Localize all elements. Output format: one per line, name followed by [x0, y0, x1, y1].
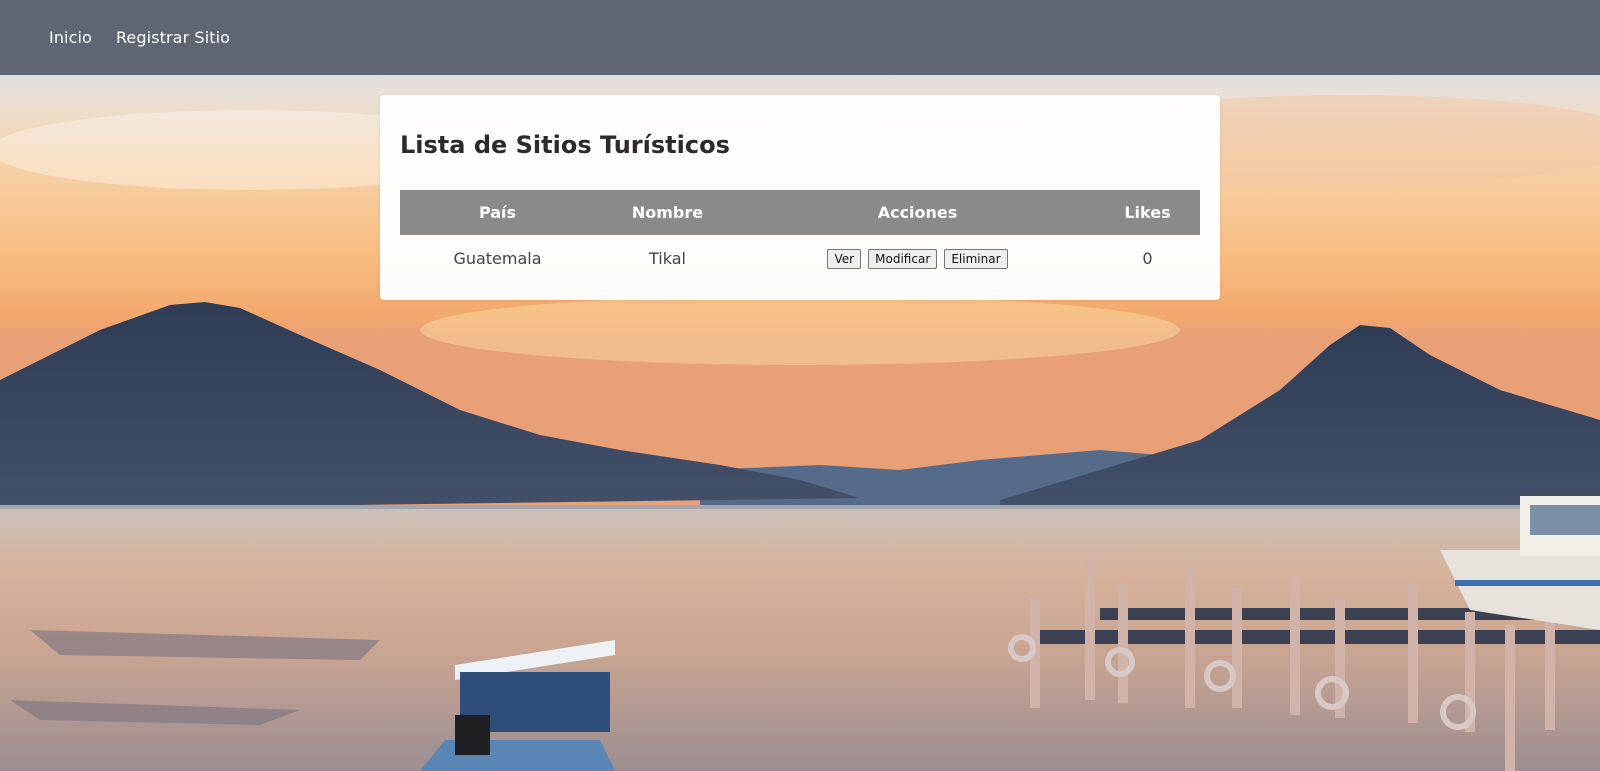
- ver-button[interactable]: Ver: [827, 248, 862, 269]
- cell-likes: 0: [1142, 248, 1153, 268]
- eliminar-button[interactable]: Eliminar: [944, 248, 1008, 269]
- modificar-button[interactable]: Modificar: [868, 248, 938, 269]
- sites-table: País Nombre Acciones Likes Guatemala Tik…: [400, 190, 1200, 281]
- nav-link-registrar-sitio[interactable]: Registrar Sitio: [116, 28, 230, 47]
- cell-nombre: Tikal: [649, 248, 686, 268]
- top-navbar: Inicio Registrar Sitio: [0, 0, 1600, 75]
- column-header-likes: Likes: [1095, 190, 1200, 235]
- page-title: Lista de Sitios Turísticos: [400, 131, 730, 159]
- column-header-acciones: Acciones: [740, 190, 1095, 235]
- table-row: Guatemala Tikal Ver Modificar Eliminar 0: [400, 235, 1200, 281]
- column-header-pais: País: [400, 190, 595, 235]
- sites-list-card: Lista de Sitios Turísticos País Nombre A…: [380, 95, 1220, 300]
- cell-acciones: Ver Modificar Eliminar: [740, 235, 1095, 281]
- table-header-row: País Nombre Acciones Likes: [400, 190, 1200, 235]
- nav-link-inicio[interactable]: Inicio: [49, 28, 92, 47]
- cell-pais: Guatemala: [453, 248, 542, 268]
- column-header-nombre: Nombre: [595, 190, 740, 235]
